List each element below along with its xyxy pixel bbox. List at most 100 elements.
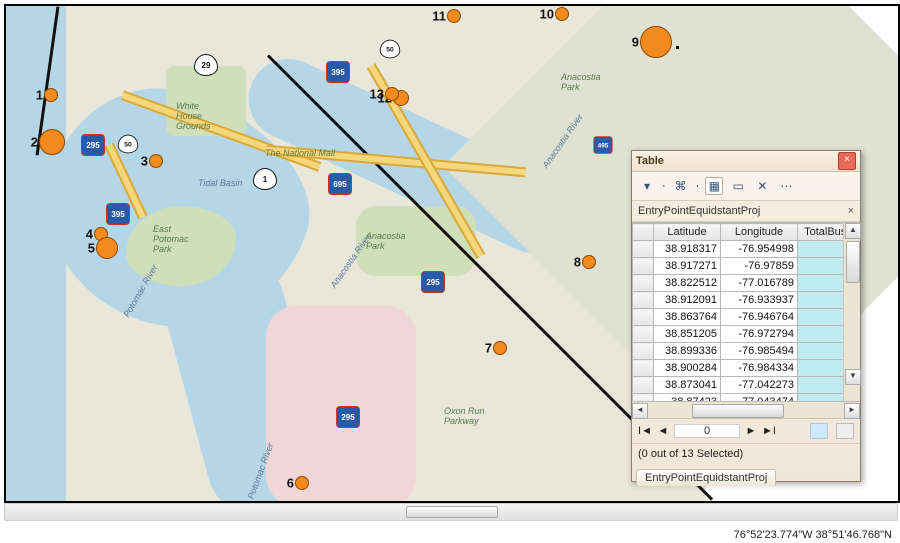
cell-latitude[interactable]: 38.899336 [654,343,721,360]
table-options-icon[interactable]: ▾ [638,177,656,195]
table-row[interactable]: 38.899336-76.98549467 [633,343,844,360]
table-row[interactable]: 38.912091-76.933937458 [633,292,844,309]
table-titlebar[interactable]: Table × [632,151,860,172]
scroll-up-icon[interactable]: ▲ [845,223,861,239]
show-all-records-button[interactable] [810,423,828,439]
clear-selection-icon[interactable]: ✕ [753,177,771,195]
cell-latitude[interactable]: 38.87423 [654,394,721,402]
entry-point-marker[interactable] [447,9,461,23]
more-options-icon[interactable]: ⋯ [777,177,795,195]
table-row[interactable]: 38.822512-77.016789100 [633,275,844,292]
cell-latitude[interactable]: 38.863764 [654,309,721,326]
cell-longitude[interactable]: -77.016789 [721,275,798,292]
entry-point-marker[interactable] [555,7,569,21]
cell-totalbuses[interactable]: 245 [798,394,844,402]
row-selector[interactable] [633,292,654,309]
row-selector[interactable] [633,394,654,402]
switch-selection-icon[interactable]: ▭ [729,177,747,195]
cell-totalbuses[interactable]: 458 [798,292,844,309]
row-selector[interactable] [633,258,654,275]
cell-totalbuses[interactable]: 100 [798,275,844,292]
entry-point-marker[interactable] [493,341,507,355]
scroll-thumb[interactable] [846,241,860,283]
entry-point-marker[interactable] [295,476,309,490]
next-record-button[interactable]: ► [744,425,758,437]
cell-longitude[interactable]: -76.97859 [721,258,798,275]
table-window[interactable]: Table × ▾· ⌘· ▦ ▭ ✕ ⋯ EntryPointEquidsta… [631,150,861,482]
select-by-attributes-icon[interactable]: ▦ [705,177,723,195]
record-number-input[interactable]: 0 [674,424,740,438]
entry-point-marker[interactable] [149,154,163,168]
cell-longitude[interactable]: -76.972794 [721,326,798,343]
table-row[interactable]: 38.900284-76.984334167 [633,360,844,377]
table-row[interactable]: 38.873041-77.042273174 [633,377,844,394]
close-layer-icon[interactable]: × [848,205,854,217]
cell-totalbuses[interactable]: 174 [798,377,844,394]
row-selector[interactable] [633,343,654,360]
table-row[interactable]: 38.917271-76.9785955 [633,258,844,275]
row-selector[interactable] [633,241,654,258]
entry-point-marker[interactable] [582,255,596,269]
scroll-thumb-h[interactable] [692,404,784,418]
scroll-down-icon[interactable]: ▼ [845,369,861,385]
cell-longitude[interactable]: -76.946764 [721,309,798,326]
entry-point-marker[interactable] [39,129,65,155]
cell-longitude[interactable]: -76.933937 [721,292,798,309]
table-row[interactable]: 38.918317-76.954998229 [633,241,844,258]
marker-label: 10 [540,7,556,22]
grid-vertical-scrollbar[interactable]: ▲ ▼ [843,223,860,401]
entry-point-marker[interactable] [44,88,58,102]
table-row[interactable]: 38.851205-76.97279451 [633,326,844,343]
cell-totalbuses[interactable]: 11 [798,309,844,326]
cell-totalbuses[interactable]: 51 [798,326,844,343]
cell-totalbuses[interactable]: 67 [798,343,844,360]
related-tables-icon[interactable]: ⌘ [672,177,690,195]
column-header-latitude[interactable]: Latitude [654,224,721,241]
cell-longitude[interactable]: -76.954998 [721,241,798,258]
entry-point-marker[interactable] [96,237,118,259]
scrollbar-thumb[interactable] [406,506,497,518]
row-selector[interactable] [633,360,654,377]
cell-totalbuses[interactable]: 55 [798,258,844,275]
table-row[interactable]: 38.87423-77.043474245 [633,394,844,402]
cell-longitude[interactable]: -76.984334 [721,360,798,377]
cell-latitude[interactable]: 38.822512 [654,275,721,292]
entry-point-marker[interactable] [385,87,399,101]
cell-totalbuses[interactable]: 167 [798,360,844,377]
scroll-left-icon[interactable]: ◄ [632,403,648,419]
cell-longitude[interactable]: -76.985494 [721,343,798,360]
entry-point-marker[interactable] [640,26,672,58]
shield-i295: 295 [421,271,445,293]
row-selector[interactable] [633,275,654,292]
label-national-mall: The National Mall [265,148,335,158]
cell-latitude[interactable]: 38.873041 [654,377,721,394]
column-header-totalbuses[interactable]: TotalBuses [798,224,844,241]
scroll-right-icon[interactable]: ► [844,403,860,419]
marker-label: 1 [36,88,45,103]
cell-latitude[interactable]: 38.900284 [654,360,721,377]
attribute-grid[interactable]: Latitude Longitude TotalBuses 38.918317-… [632,223,843,401]
cell-latitude[interactable]: 38.918317 [654,241,721,258]
close-icon[interactable]: × [838,152,856,170]
cell-latitude[interactable]: 38.851205 [654,326,721,343]
grid-horizontal-scrollbar[interactable]: ◄ ► [632,402,860,419]
last-record-button[interactable]: ►I [762,425,776,437]
cell-longitude[interactable]: -77.042273 [721,377,798,394]
map-horizontal-scrollbar[interactable] [4,503,898,521]
row-selector[interactable] [633,326,654,343]
cell-longitude[interactable]: -77.043474 [721,394,798,402]
row-selector[interactable] [633,309,654,326]
cell-latitude[interactable]: 38.917271 [654,258,721,275]
cell-totalbuses[interactable]: 229 [798,241,844,258]
first-record-button[interactable]: I◄ [638,425,652,437]
table-row[interactable]: 38.863764-76.94676411 [633,309,844,326]
cell-latitude[interactable]: 38.912091 [654,292,721,309]
prev-record-button[interactable]: ◄ [656,425,670,437]
show-selected-records-button[interactable] [836,423,854,439]
marker-label: 4 [86,227,95,242]
table-tab[interactable]: EntryPointEquidstantProj [636,469,776,486]
row-selector[interactable] [633,377,654,394]
row-header-column[interactable] [633,224,654,241]
marker-label: 3 [141,154,150,169]
column-header-longitude[interactable]: Longitude [721,224,798,241]
